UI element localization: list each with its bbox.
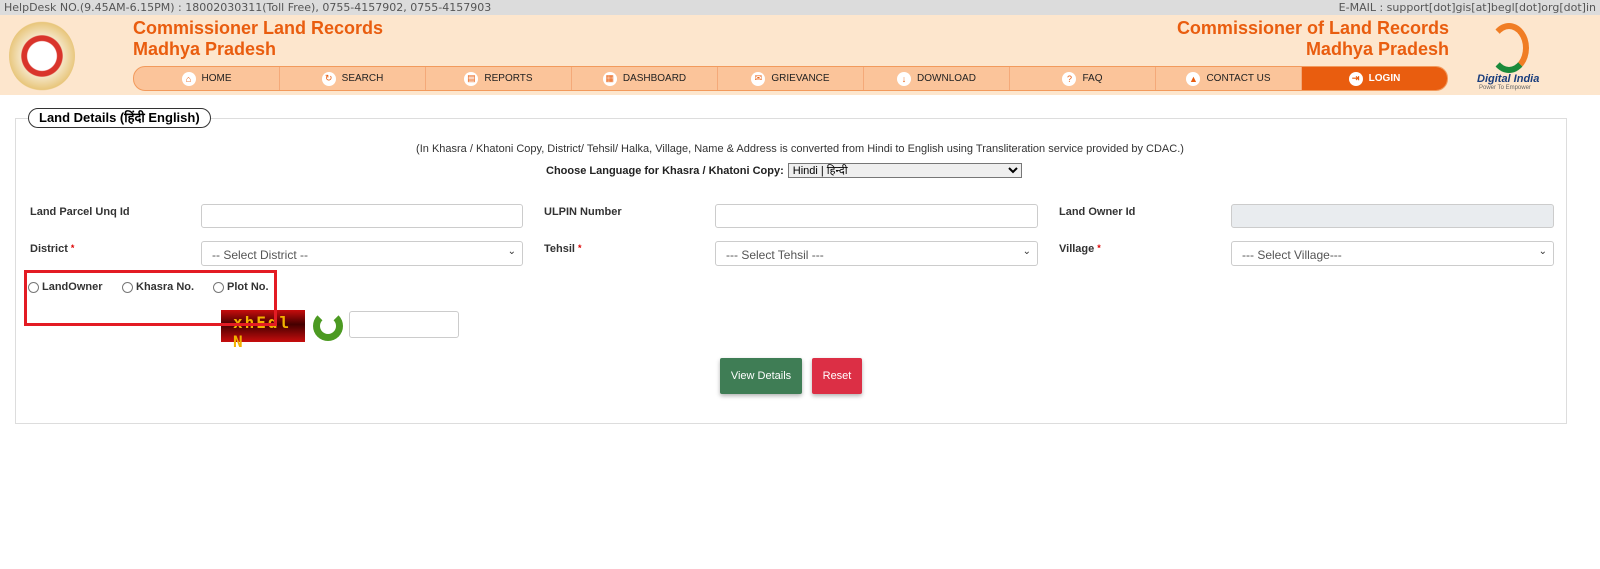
tehsil-label: Tehsil *: [544, 243, 582, 255]
report-icon: ▤: [464, 71, 479, 86]
nav-home[interactable]: ⌂ HOME: [134, 67, 280, 90]
refresh-search-icon: ↻: [321, 71, 336, 86]
village-select[interactable]: --- Select Village--- ⌄: [1231, 241, 1554, 266]
village-label: Village *: [1059, 243, 1101, 255]
site-title: Commissioner Land Records: [133, 18, 384, 38]
site-subtitle: Madhya Pradesh: [133, 39, 277, 59]
district-label: District *: [30, 243, 75, 255]
captcha-input[interactable]: [349, 311, 459, 338]
language-label: Choose Language for Khasra / Khatoni Cop…: [546, 164, 784, 177]
view-details-button[interactable]: View Details: [720, 358, 802, 394]
tehsil-select[interactable]: --- Select Tehsil --- ⌄: [715, 241, 1038, 266]
district-select[interactable]: -- Select District -- ⌄: [201, 241, 523, 266]
email-text: E-MAIL : support[dot]gis[at]begl[dot]org…: [1338, 1, 1596, 14]
chevron-down-icon: ⌄: [1538, 246, 1547, 257]
transliteration-note: (In Khasra / Khatoni Copy, District/ Teh…: [416, 143, 1184, 155]
login-icon: ⇥: [1348, 71, 1363, 86]
nav-download[interactable]: ↓ DOWNLOAD: [864, 67, 1010, 90]
grievance-icon: ✉: [751, 71, 766, 86]
nav-faq[interactable]: ? FAQ: [1010, 67, 1156, 90]
owner-id-input[interactable]: [1231, 204, 1554, 228]
dashboard-icon: ▦: [602, 71, 617, 86]
right-subtitle: Madhya Pradesh: [1305, 39, 1449, 59]
nav-dashboard[interactable]: ▦ DASHBOARD: [572, 67, 718, 90]
nav-search[interactable]: ↻ SEARCH: [280, 67, 426, 90]
helpdesk-text: HelpDesk NO.(9.45AM-6.15PM) : 1800203031…: [4, 1, 492, 14]
download-icon: ↓: [897, 71, 912, 86]
nav-reports[interactable]: ▤ REPORTS: [426, 67, 572, 90]
highlight-box: [24, 270, 277, 326]
home-icon: ⌂: [181, 71, 196, 86]
helpdesk-bar: HelpDesk NO.(9.45AM-6.15PM) : 1800203031…: [0, 0, 1600, 15]
refresh-captcha-icon[interactable]: [313, 311, 343, 341]
nav-login[interactable]: ⇥ LOGIN: [1302, 67, 1447, 90]
chevron-down-icon: ⌄: [507, 246, 516, 257]
contact-icon: ▲: [1186, 71, 1201, 86]
language-chooser: Choose Language for Khasra / Khatoni Cop…: [546, 163, 1022, 178]
ulpin-label: ULPIN Number: [544, 206, 622, 218]
nav-grievance[interactable]: ✉ GRIEVANCE: [718, 67, 864, 90]
ulpin-input[interactable]: [715, 204, 1038, 228]
mp-emblem-logo: [9, 21, 75, 91]
reset-button[interactable]: Reset: [812, 358, 862, 394]
right-title: Commissioner of Land Records: [1176, 18, 1449, 38]
owner-id-label: Land Owner Id: [1059, 206, 1136, 218]
language-select[interactable]: Hindi | हिन्दी: [787, 163, 1022, 178]
land-parcel-label: Land Parcel Unq Id: [30, 206, 130, 218]
main-nav: ⌂ HOME ↻ SEARCH ▤ REPORTS ▦ DASHBOARD ✉ GRIEVANCE…: [133, 66, 1448, 91]
nav-contact-us[interactable]: ▲ CONTACT US: [1156, 67, 1302, 90]
faq-icon: ?: [1062, 71, 1077, 86]
chevron-down-icon: ⌄: [1022, 246, 1031, 257]
digital-india-logo: Digital India Power To Empower: [1475, 21, 1545, 93]
header: Commissioner Land Records Madhya Pradesh…: [0, 15, 1600, 95]
land-parcel-input[interactable]: [201, 204, 523, 228]
panel-legend: Land Details (हिंदी English): [28, 108, 211, 128]
